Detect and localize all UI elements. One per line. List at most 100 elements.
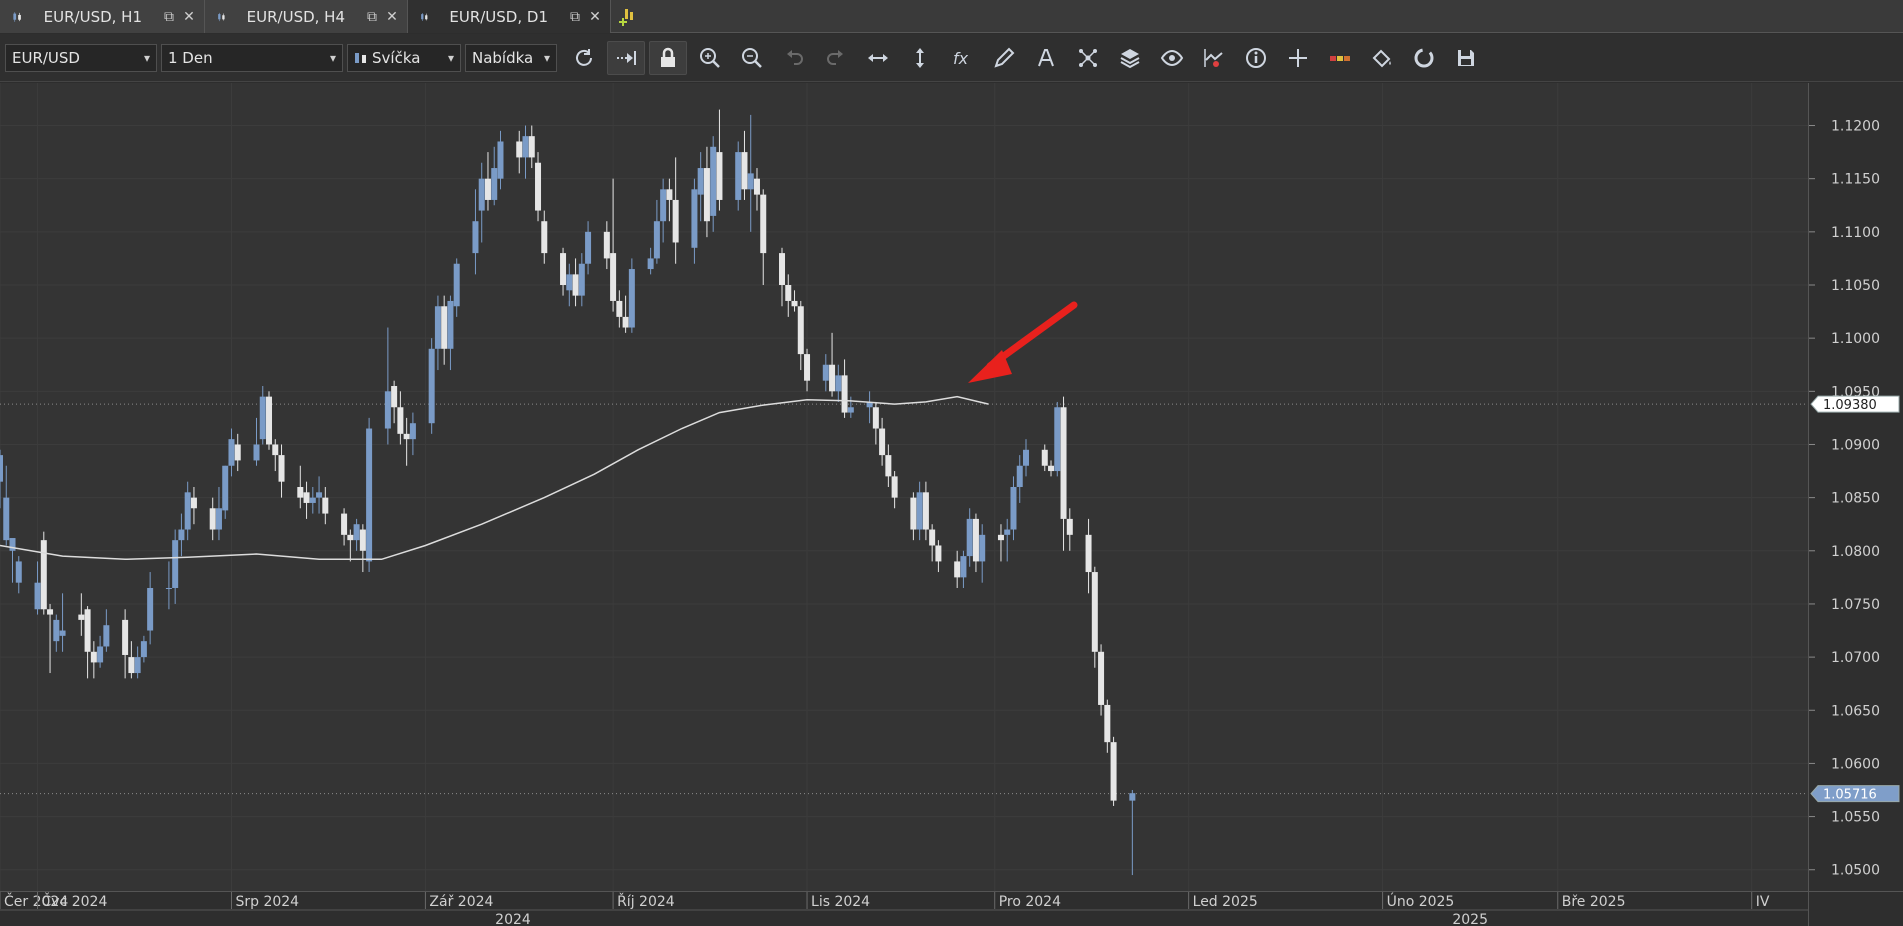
redo-button[interactable]	[817, 41, 855, 75]
candle-body	[234, 444, 241, 461]
candle-body	[1110, 742, 1117, 801]
year-label: 2025	[1452, 912, 1488, 926]
pattern-button[interactable]	[1069, 41, 1107, 75]
candle-body	[209, 508, 216, 530]
reset-button[interactable]	[1405, 41, 1443, 75]
indicators-button[interactable]: fx	[943, 41, 981, 75]
popout-icon[interactable]: ⧉	[162, 9, 176, 25]
candle-body	[703, 168, 710, 222]
crosshair-icon	[1289, 48, 1307, 67]
tab-eurusd-h4[interactable]: EUR/USD, H4 ⧉ ✕	[205, 0, 408, 33]
popout-icon[interactable]: ⧉	[568, 9, 582, 25]
current-price-badge-label: 1.05716	[1823, 788, 1877, 803]
year-label: 2024	[495, 912, 531, 926]
price-tick-label: 1.1050	[1831, 278, 1880, 294]
refresh-button[interactable]	[565, 41, 603, 75]
chevron-down-icon: ▾	[329, 50, 336, 65]
close-icon[interactable]: ✕	[182, 9, 196, 25]
candle-body	[122, 619, 129, 655]
time-tick-label: Zář 2024	[429, 894, 493, 910]
candle-body	[1054, 407, 1061, 472]
time-axis[interactable]: Čer 2024 Čvc 2024 Srp 2024 Zář 2024 Říj 2024…	[0, 891, 1808, 926]
candle-body	[528, 136, 535, 158]
candle-body	[891, 476, 898, 498]
zoom-out-button[interactable]	[733, 41, 771, 75]
refresh-icon	[576, 48, 592, 66]
period-select[interactable]: 1 Den ▾	[161, 43, 343, 72]
candle-body	[966, 518, 973, 557]
drawing-button[interactable]	[985, 41, 1023, 75]
price-type-select[interactable]: Nabídka ▾	[465, 43, 557, 72]
time-tick-label: Čvc 2024	[42, 892, 108, 910]
price-axis[interactable]: 1.0500 1.0550 1.0600 1.0650 1.0700 1.0750 1.08…	[1808, 83, 1903, 891]
new-chart-tab[interactable]	[611, 0, 645, 33]
theme-button[interactable]	[1321, 41, 1359, 75]
svg-text:fx: fx	[953, 49, 969, 68]
undo-icon	[787, 49, 803, 65]
lock-button[interactable]	[649, 40, 687, 75]
pattern-icon	[1079, 48, 1097, 67]
time-tick-label: Lis 2024	[811, 894, 870, 910]
candle-body	[78, 614, 85, 620]
tab-eurusd-h1[interactable]: EUR/USD, H1 ⧉ ✕	[0, 0, 205, 33]
text-button[interactable]	[1027, 41, 1065, 75]
undo-button[interactable]	[775, 41, 813, 75]
zoom-in-button[interactable]	[691, 41, 729, 75]
candle-body	[666, 189, 673, 200]
redo-icon	[827, 49, 843, 65]
candle-body	[741, 152, 748, 190]
candle-body	[804, 354, 811, 381]
info-button[interactable]	[1237, 41, 1275, 75]
layers-button[interactable]	[1111, 41, 1149, 75]
view-button[interactable]	[1153, 41, 1191, 75]
candlestick-chart[interactable]	[0, 83, 1808, 891]
candlestick-icon	[218, 12, 225, 21]
candle-body	[841, 375, 848, 413]
candle-body	[128, 657, 135, 674]
candle-body	[603, 231, 610, 259]
candle-body	[278, 455, 285, 482]
chart-type-select[interactable]: Svíčka ▾	[347, 43, 461, 72]
instrument-select[interactable]: EUR/USD ▾	[5, 43, 157, 72]
candle-body	[472, 221, 479, 254]
drawing-icon	[994, 47, 1015, 68]
info-icon	[1246, 47, 1266, 68]
signals-button[interactable]	[1195, 41, 1233, 75]
candle-body	[397, 407, 404, 434]
candle-body	[484, 178, 491, 200]
candle-body	[760, 194, 767, 254]
close-icon[interactable]: ✕	[588, 9, 602, 25]
candle-body	[785, 285, 792, 301]
candlestick-icon	[421, 12, 428, 21]
chevron-down-icon: ▾	[543, 50, 550, 65]
candle-body	[797, 306, 804, 355]
popout-icon[interactable]: ⧉	[365, 9, 379, 25]
price-tick-label: 1.0500	[1831, 863, 1880, 879]
close-icon[interactable]: ✕	[385, 9, 399, 25]
candle-body	[434, 306, 441, 349]
candle-body	[628, 269, 635, 328]
candle-body	[409, 423, 416, 440]
auto-shift-button[interactable]	[607, 40, 645, 75]
add-chart-icon	[619, 8, 633, 26]
candle-body	[1066, 518, 1073, 535]
price-type-value: Nabídka	[472, 48, 534, 67]
view-icon	[1160, 49, 1184, 66]
candle-body	[165, 588, 172, 589]
vertical-scale-button[interactable]	[901, 41, 939, 75]
tab-label: EUR/USD, D1	[449, 7, 548, 26]
candle-body	[672, 199, 679, 243]
crosshair-button[interactable]	[1279, 41, 1317, 75]
save-button[interactable]	[1447, 41, 1485, 75]
candle-body	[172, 540, 179, 588]
candle-body	[103, 625, 110, 647]
tab-eurusd-d1[interactable]: EUR/USD, D1 ⧉ ✕	[408, 0, 611, 33]
horizontal-scale-button[interactable]	[859, 41, 897, 75]
candle-body	[1104, 704, 1111, 743]
candle-body	[97, 646, 104, 663]
tab-label: EUR/USD, H1	[43, 7, 142, 26]
chart-area[interactable]	[0, 83, 1808, 891]
paint-button[interactable]	[1363, 41, 1401, 75]
candle-body	[885, 455, 892, 477]
candle-body	[59, 630, 66, 636]
